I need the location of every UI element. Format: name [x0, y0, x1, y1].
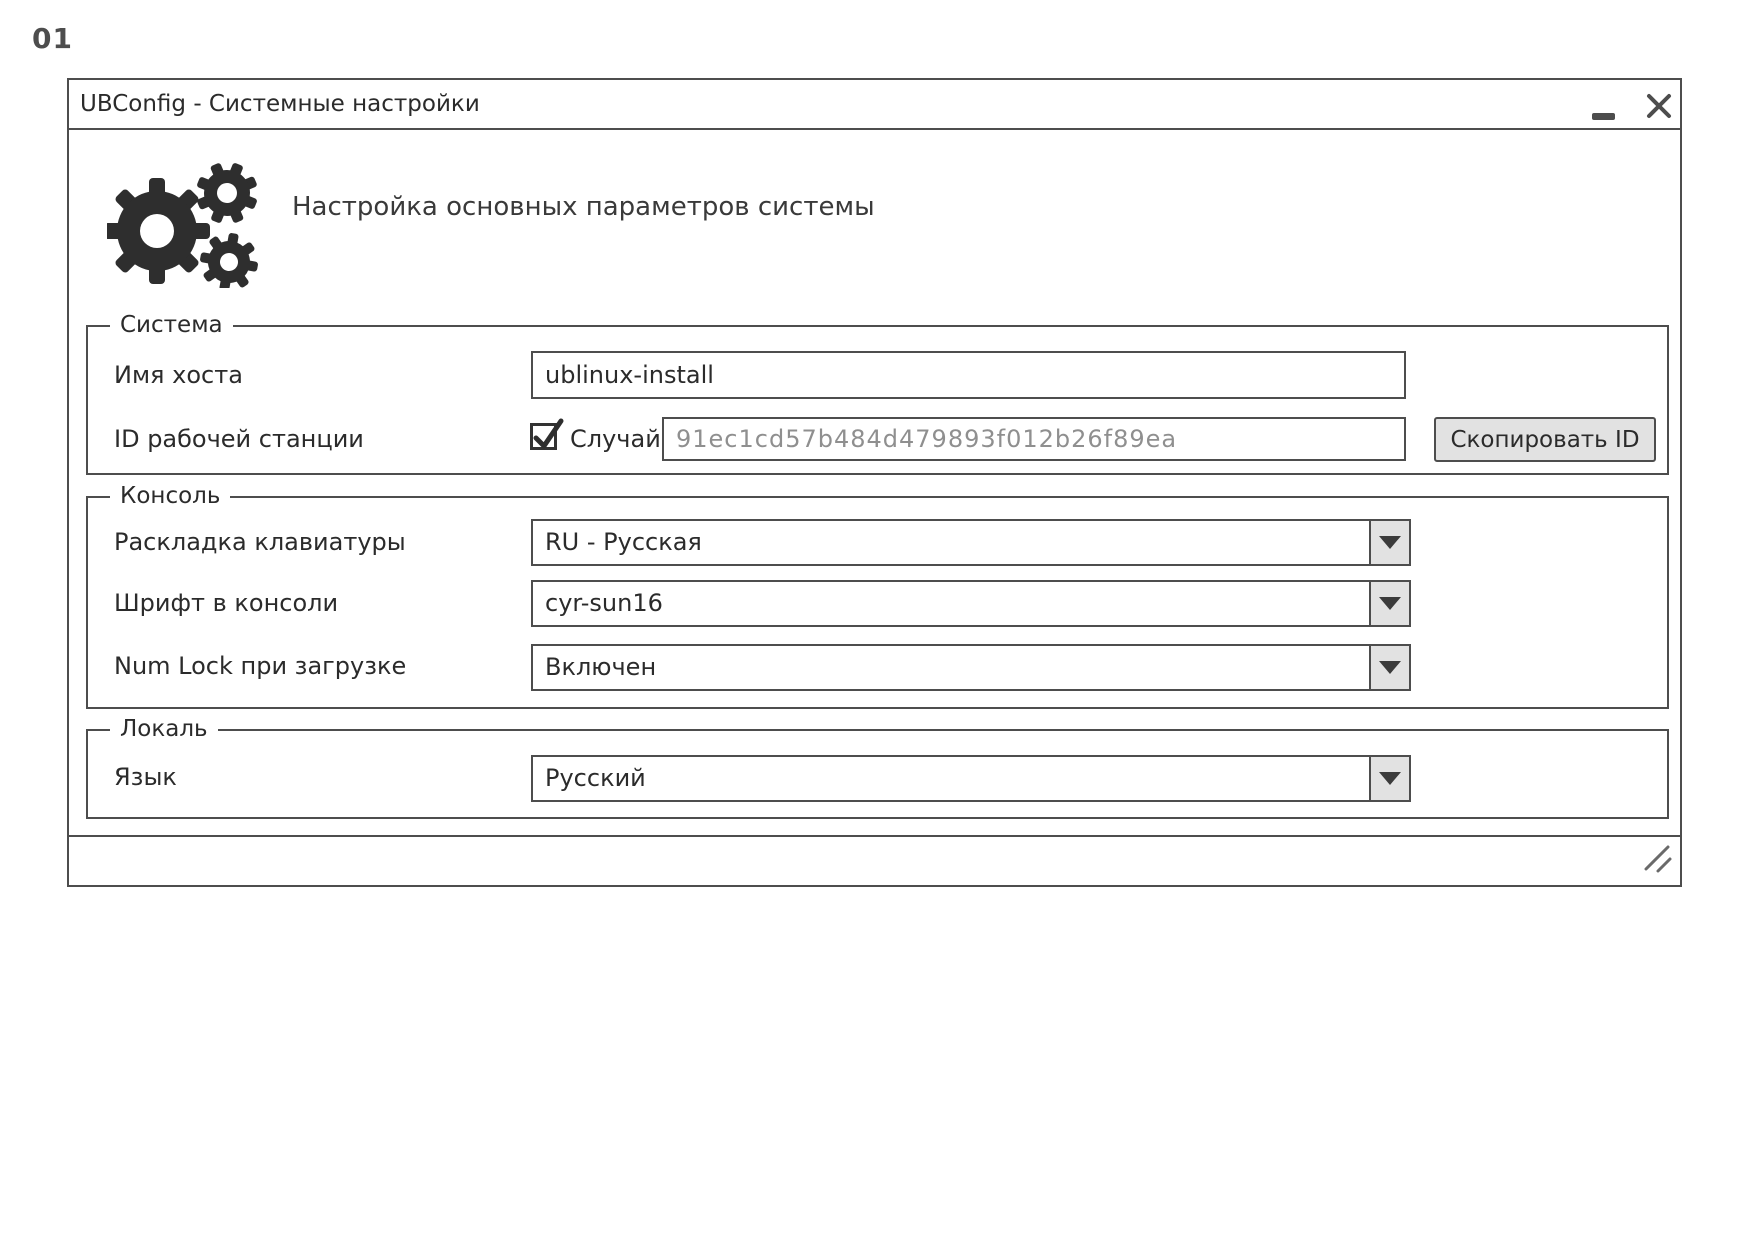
language-value: Русский: [545, 764, 646, 792]
console-font-label: Шрифт в консоли: [114, 589, 339, 617]
title-bar[interactable]: UBConfig - Системные настройки: [69, 80, 1680, 130]
group-console-title: Консоль: [110, 483, 231, 509]
language-select[interactable]: Русский: [531, 755, 1411, 802]
numlock-select[interactable]: Включен: [531, 644, 1411, 691]
copy-id-button[interactable]: Скопировать ID: [1434, 417, 1656, 462]
numlock-value: Включен: [545, 653, 657, 681]
chevron-down-icon: [1379, 772, 1401, 785]
keyboard-layout-dropdown-button[interactable]: [1369, 521, 1409, 564]
group-system: Система Имя хоста ID рабочей станции Слу…: [86, 312, 1669, 475]
figure-number: 01: [32, 22, 73, 55]
resize-grip-icon[interactable]: [1642, 843, 1674, 879]
group-locale: Локаль Язык Русский: [86, 716, 1669, 819]
language-label: Язык: [114, 763, 177, 791]
console-font-value: cyr-sun16: [545, 589, 663, 617]
close-icon[interactable]: [1646, 93, 1672, 119]
minimize-icon[interactable]: [1592, 113, 1615, 120]
keyboard-layout-value: RU - Русская: [545, 528, 702, 556]
gears-icon: [104, 163, 262, 291]
group-locale-title: Локаль: [110, 716, 218, 742]
numlock-label: Num Lock при загрузке: [114, 652, 407, 680]
language-dropdown-button[interactable]: [1369, 757, 1409, 800]
chevron-down-icon: [1379, 536, 1401, 549]
window-subtitle: Настройка основных параметров системы: [292, 192, 875, 222]
keyboard-layout-select[interactable]: RU - Русская: [531, 519, 1411, 566]
group-console: Консоль Раскладка клавиатуры RU - Русска…: [86, 483, 1669, 709]
chevron-down-icon: [1379, 661, 1401, 674]
group-system-title: Система: [110, 312, 233, 338]
console-font-select[interactable]: cyr-sun16: [531, 580, 1411, 627]
ubconfig-window: UBConfig - Системные настройки Настройка…: [67, 78, 1682, 887]
chevron-down-icon: [1379, 597, 1401, 610]
window-title: UBConfig - Системные настройки: [80, 91, 480, 117]
workstation-id-label: ID рабочей станции: [114, 425, 364, 453]
console-font-dropdown-button[interactable]: [1369, 582, 1409, 625]
workstation-id-input[interactable]: [662, 417, 1406, 461]
numlock-dropdown-button[interactable]: [1369, 646, 1409, 689]
random-id-checkbox[interactable]: [530, 418, 564, 450]
status-bar: [69, 835, 1680, 885]
hostname-input[interactable]: [531, 351, 1406, 399]
hostname-label: Имя хоста: [114, 361, 243, 389]
keyboard-layout-label: Раскладка клавиатуры: [114, 528, 406, 556]
